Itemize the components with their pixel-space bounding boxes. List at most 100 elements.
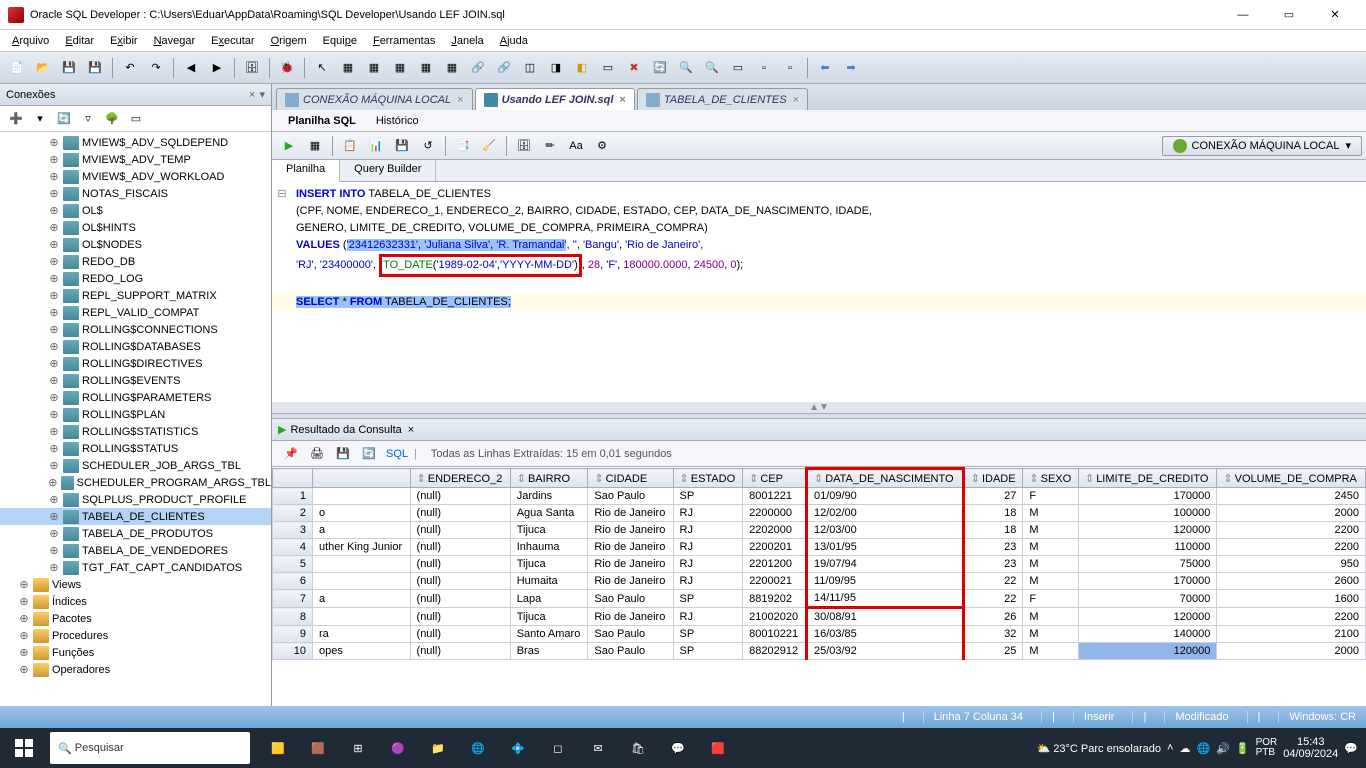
cell[interactable]: 2000 xyxy=(1217,643,1366,660)
close-button[interactable]: ✕ xyxy=(1312,0,1358,30)
tray-volume-icon[interactable]: 🔊 xyxy=(1216,742,1230,755)
cell[interactable]: 27 xyxy=(963,488,1023,505)
link2-icon[interactable]: 🔗 xyxy=(493,57,515,79)
cell[interactable]: 88202912 xyxy=(743,643,807,660)
minimize-button[interactable]: ― xyxy=(1220,0,1266,30)
sqldeveloper-icon[interactable]: 🟥 xyxy=(698,728,738,768)
menu-editar[interactable]: Editar xyxy=(57,33,102,49)
column-header[interactable]: ⇕ENDERECO_2 xyxy=(410,469,510,488)
cell[interactable]: 2000 xyxy=(1217,505,1366,522)
column-header[interactable] xyxy=(313,469,411,488)
cell[interactable]: 100000 xyxy=(1078,505,1216,522)
arrow-left-icon[interactable]: ⬅ xyxy=(814,57,836,79)
zoom-in-icon[interactable]: 🔍 xyxy=(675,57,697,79)
rollback-icon[interactable]: ↺ xyxy=(417,135,439,157)
notifications-icon[interactable]: 💬 xyxy=(1344,742,1358,755)
tree-item[interactable]: ⊕OL$ xyxy=(0,202,271,219)
grid5-icon[interactable]: ▦ xyxy=(441,57,463,79)
cell[interactable]: Rio de Janeiro xyxy=(588,608,673,626)
dropdown-icon[interactable]: ▾ xyxy=(30,109,50,129)
tree-item[interactable]: ⊕ROLLING$STATUS xyxy=(0,440,271,457)
cell[interactable]: 26 xyxy=(963,608,1023,626)
connections-tree[interactable]: ⊕MVIEW$_ADV_SQLDEPEND⊕MVIEW$_ADV_TEMP⊕MV… xyxy=(0,132,271,706)
cell[interactable]: Inhauma xyxy=(510,539,588,556)
grid1-icon[interactable]: ▦ xyxy=(337,57,359,79)
fit-icon[interactable]: ▭ xyxy=(727,57,749,79)
cell[interactable]: uther King Junior xyxy=(313,539,411,556)
menu-origem[interactable]: Origem xyxy=(263,33,315,49)
cell[interactable]: Rio de Janeiro xyxy=(588,539,673,556)
cell[interactable]: F xyxy=(1023,488,1079,505)
cell[interactable]: Rio de Janeiro xyxy=(588,505,673,522)
cell[interactable]: 25/03/92 xyxy=(806,643,963,660)
tray-network-icon[interactable]: 🌐 xyxy=(1196,742,1210,755)
column-header[interactable]: ⇕DATA_DE_NASCIMENTO xyxy=(806,469,963,488)
cell[interactable]: 2200201 xyxy=(743,539,807,556)
cell[interactable]: 2100 xyxy=(1217,626,1366,643)
tree-item[interactable]: ⊕REPL_SUPPORT_MATRIX xyxy=(0,287,271,304)
table-row[interactable]: 9ra(null)Santo AmaroSao PauloSP800102211… xyxy=(273,626,1366,643)
refresh-icon[interactable]: 🔄 xyxy=(649,57,671,79)
save-icon[interactable]: 💾 xyxy=(58,57,80,79)
connection-selector[interactable]: CONEXÃO MÁQUINA LOCAL ▾ xyxy=(1162,136,1362,156)
maximize-button[interactable]: ▭ xyxy=(1266,0,1312,30)
tree-item[interactable]: ⊕ROLLING$EVENTS xyxy=(0,372,271,389)
tree-item[interactable]: ⊕ROLLING$PLAN xyxy=(0,406,271,423)
subtab-planilha-sql[interactable]: Planilha SQL xyxy=(278,113,366,129)
column-header[interactable]: ⇕VOLUME_DE_COMPRA xyxy=(1217,469,1366,488)
tree-item[interactable]: ⊕MVIEW$_ADV_SQLDEPEND xyxy=(0,134,271,151)
delete-icon[interactable]: ✖ xyxy=(623,57,645,79)
cell[interactable]: 2450 xyxy=(1217,488,1366,505)
cell[interactable]: RJ xyxy=(673,608,743,626)
cell[interactable]: 140000 xyxy=(1078,626,1216,643)
tree-folder[interactable]: ⊕Índices xyxy=(0,593,271,610)
cell[interactable]: SP xyxy=(673,488,743,505)
tab-close-icon[interactable]: × xyxy=(457,94,463,106)
collapse-icon[interactable]: ▭ xyxy=(126,109,146,129)
cell[interactable]: Lapa xyxy=(510,590,588,608)
cell[interactable]: 75000 xyxy=(1078,556,1216,573)
cell[interactable]: 14/11/95 xyxy=(806,590,963,608)
refresh-tree-icon[interactable]: 🔄 xyxy=(54,109,74,129)
cell[interactable]: RJ xyxy=(673,505,743,522)
column-header[interactable]: ⇕CEP xyxy=(743,469,807,488)
tree-folder[interactable]: ⊕Views xyxy=(0,576,271,593)
cell[interactable]: 11/09/95 xyxy=(806,573,963,590)
cell[interactable]: (null) xyxy=(410,626,510,643)
tree-item[interactable]: ⊕OL$HINTS xyxy=(0,219,271,236)
menu-arquivo[interactable]: Arquivo xyxy=(4,33,57,49)
menu-ajuda[interactable]: Ajuda xyxy=(492,33,536,49)
tree-item[interactable]: ⊕ROLLING$PARAMETERS xyxy=(0,389,271,406)
pointer-icon[interactable]: ↖ xyxy=(311,57,333,79)
cell[interactable]: Rio de Janeiro xyxy=(588,556,673,573)
cell[interactable]: Tijuca xyxy=(510,556,588,573)
discord-icon[interactable]: 💬 xyxy=(658,728,698,768)
cell[interactable]: 120000 xyxy=(1078,522,1216,539)
cell[interactable]: 2200 xyxy=(1217,522,1366,539)
tab-tabela-clientes[interactable]: TABELA_DE_CLIENTES× xyxy=(637,88,808,110)
cell[interactable]: 21002020 xyxy=(743,608,807,626)
cell[interactable]: (null) xyxy=(410,539,510,556)
tree-item[interactable]: ⊕MVIEW$_ADV_WORKLOAD xyxy=(0,168,271,185)
store-icon[interactable]: 🛍 xyxy=(618,728,658,768)
cell[interactable]: RJ xyxy=(673,539,743,556)
column-header[interactable]: ⇕IDADE xyxy=(963,469,1023,488)
cell[interactable] xyxy=(313,573,411,590)
tree-item[interactable]: ⊕SCHEDULER_JOB_ARGS_TBL xyxy=(0,457,271,474)
tree-item[interactable]: ⊕TABELA_DE_VENDEDORES xyxy=(0,542,271,559)
cell[interactable]: Tijuca xyxy=(510,522,588,539)
cell[interactable]: 12/03/00 xyxy=(806,522,963,539)
cell[interactable]: M xyxy=(1023,556,1079,573)
cell[interactable]: Sao Paulo xyxy=(588,488,673,505)
zoom-out-icon[interactable]: 🔍 xyxy=(701,57,723,79)
tree-item[interactable]: ⊕REPL_VALID_COMPAT xyxy=(0,304,271,321)
cell[interactable]: M xyxy=(1023,626,1079,643)
cell[interactable] xyxy=(313,608,411,626)
cell[interactable]: o xyxy=(313,505,411,522)
layout3-icon[interactable]: ◧ xyxy=(571,57,593,79)
cell[interactable]: SP xyxy=(673,643,743,660)
explain-icon[interactable]: 📋 xyxy=(339,135,361,157)
sql-link[interactable]: SQL xyxy=(386,448,408,460)
bug-icon[interactable]: 🐞 xyxy=(276,57,298,79)
menu-ferramentas[interactable]: Ferramentas xyxy=(365,33,443,49)
